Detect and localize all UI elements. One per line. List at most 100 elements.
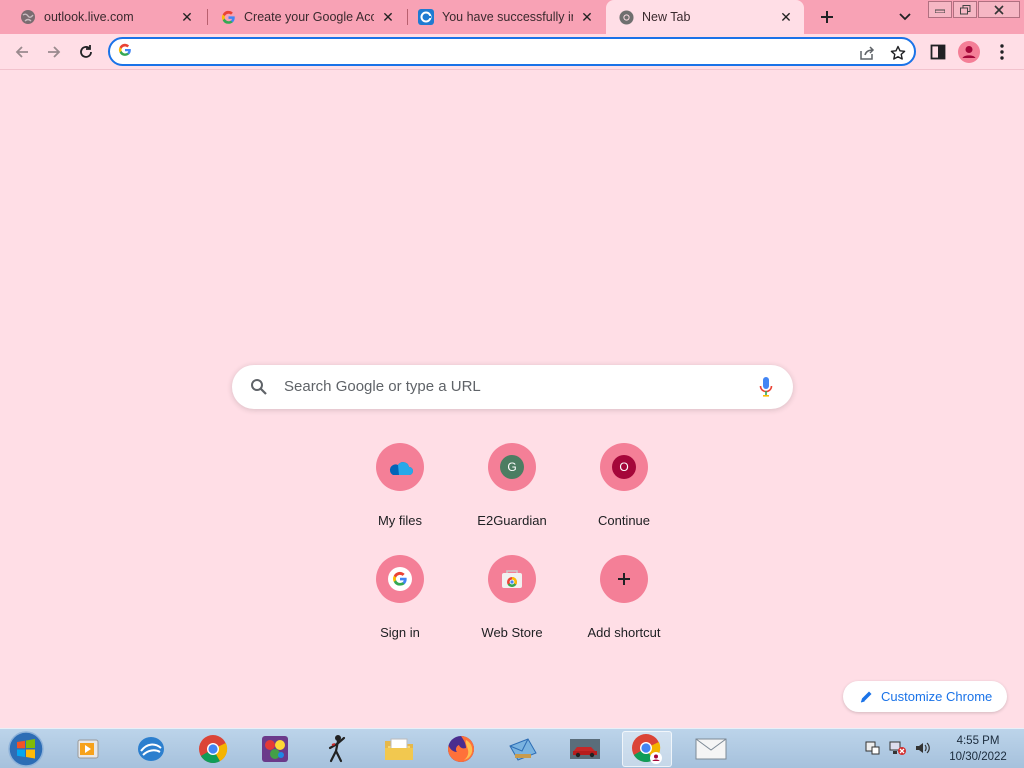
- shortcut-my-files[interactable]: My files: [344, 441, 456, 541]
- chevron-down-icon: [899, 13, 911, 21]
- customize-chrome-button[interactable]: Customize Chrome: [843, 681, 1007, 712]
- tab-google-account[interactable]: Create your Google Accou ✕: [208, 0, 406, 34]
- add-shortcut-button[interactable]: Add shortcut: [568, 553, 680, 653]
- windows-start-icon: [8, 731, 44, 767]
- close-icon[interactable]: ✕: [380, 9, 396, 25]
- tab-strip: outlook.live.com ✕ Create your Google Ac…: [0, 0, 1024, 34]
- browser-toolbar: [0, 34, 1024, 70]
- google-g-icon: [220, 9, 236, 25]
- taskbar-firefox[interactable]: [436, 731, 486, 767]
- action-center-icon[interactable]: [864, 737, 882, 759]
- taskbar-game[interactable]: [250, 731, 300, 767]
- minimize-button[interactable]: [928, 1, 952, 18]
- google-g-icon: [388, 567, 412, 591]
- chrome-user-icon: [632, 734, 662, 764]
- chrome-icon: [618, 9, 634, 25]
- openoffice-icon: [138, 737, 164, 761]
- shortcut-label: My files: [377, 513, 423, 528]
- side-panel-icon: [930, 44, 946, 60]
- shortcut-sign-in[interactable]: Sign in: [344, 553, 456, 653]
- microphone-icon[interactable]: [759, 377, 773, 397]
- shortcut-label: Add shortcut: [587, 625, 661, 640]
- game-icon: [262, 736, 288, 762]
- globe-icon: [20, 9, 36, 25]
- clock-time: 4:55 PM: [956, 735, 1000, 747]
- close-icon: [994, 4, 1004, 15]
- address-bar[interactable]: [108, 37, 916, 66]
- customize-label: Customize Chrome: [881, 689, 993, 704]
- shortcut-e2guardian[interactable]: G E2Guardian: [456, 441, 568, 541]
- shortcut-label: Continue: [597, 513, 651, 528]
- tab-new-tab[interactable]: New Tab ✕: [606, 0, 804, 34]
- side-panel-button[interactable]: [924, 38, 952, 66]
- close-icon[interactable]: ✕: [179, 9, 195, 25]
- search-icon: [250, 378, 268, 396]
- google-g-icon: [118, 43, 135, 60]
- shortcut-label: Web Store: [481, 625, 543, 640]
- shortcut-label: E2Guardian: [477, 513, 547, 528]
- forward-button[interactable]: [40, 38, 68, 66]
- tab-search-button[interactable]: [893, 5, 917, 29]
- chrome-icon: [199, 735, 228, 763]
- mail-envelope-icon: [695, 738, 727, 760]
- taskbar-media-player[interactable]: [64, 731, 114, 767]
- arrow-left-icon: [15, 46, 28, 58]
- more-vert-icon: [1000, 44, 1004, 60]
- start-button[interactable]: [6, 730, 46, 768]
- stickman-icon: [328, 735, 346, 763]
- back-button[interactable]: [8, 38, 36, 66]
- restore-button[interactable]: [953, 1, 977, 18]
- new-tab-button[interactable]: [815, 5, 839, 29]
- clock-date: 10/30/2022: [949, 751, 1007, 763]
- tab-successfully-installed[interactable]: You have successfully inst ✕: [408, 0, 605, 34]
- windows-media-player-icon: [77, 739, 99, 759]
- taskbar-chrome[interactable]: [188, 731, 238, 767]
- share-icon[interactable]: [857, 43, 877, 63]
- car-game-icon: [570, 739, 600, 759]
- taskbar-stickman[interactable]: [312, 731, 362, 767]
- edge-icon: [418, 9, 434, 25]
- taskbar-file-explorer[interactable]: [374, 731, 424, 767]
- taskbar-openoffice[interactable]: [126, 731, 176, 767]
- shortcut-web-store[interactable]: Web Store: [456, 553, 568, 653]
- tab-title: outlook.live.com: [44, 10, 134, 24]
- file-explorer-icon: [385, 738, 413, 760]
- taskbar-mail-app[interactable]: [498, 731, 548, 767]
- shortcut-label: Sign in: [380, 625, 420, 640]
- reload-button[interactable]: [72, 38, 100, 66]
- arrow-right-icon: [48, 46, 61, 58]
- letter-g-icon: G: [500, 455, 524, 479]
- profile-button[interactable]: [955, 38, 983, 66]
- system-clock[interactable]: 4:55 PM 10/30/2022: [938, 733, 1018, 765]
- menu-button[interactable]: [988, 38, 1016, 66]
- onedrive-icon: [389, 462, 413, 475]
- restore-icon: [959, 4, 970, 14]
- pencil-icon: [860, 691, 872, 702]
- webstore-icon: [502, 570, 522, 588]
- close-icon[interactable]: ✕: [579, 9, 595, 25]
- tab-outlook[interactable]: outlook.live.com ✕: [0, 0, 205, 34]
- taskbar-car-game[interactable]: [560, 731, 610, 767]
- close-icon[interactable]: ✕: [778, 9, 794, 25]
- plus-icon: [821, 11, 833, 23]
- minimize-icon: [935, 9, 945, 13]
- shortcut-continue[interactable]: O Continue: [568, 441, 680, 541]
- google-search-box[interactable]: Search Google or type a URL: [232, 365, 793, 409]
- taskbar-chrome-user[interactable]: [622, 731, 672, 767]
- mail-app-icon: [509, 738, 537, 761]
- bookmark-star-icon[interactable]: [888, 43, 908, 63]
- tab-title: New Tab: [642, 10, 691, 24]
- address-input[interactable]: [142, 41, 842, 62]
- search-placeholder: Search Google or type a URL: [284, 378, 481, 395]
- taskbar-mail-envelope[interactable]: [684, 731, 738, 767]
- windows-taskbar: 4:55 PM 10/30/2022: [0, 728, 1024, 768]
- firefox-icon: [448, 736, 475, 762]
- plus-icon: [618, 573, 630, 585]
- reload-icon: [80, 45, 92, 58]
- close-window-button[interactable]: [978, 1, 1020, 18]
- volume-icon[interactable]: [913, 737, 931, 759]
- network-icon[interactable]: [889, 737, 907, 759]
- tab-title: You have successfully inst: [442, 10, 573, 24]
- letter-o-icon: O: [612, 455, 636, 479]
- tab-title: Create your Google Accou: [244, 10, 374, 24]
